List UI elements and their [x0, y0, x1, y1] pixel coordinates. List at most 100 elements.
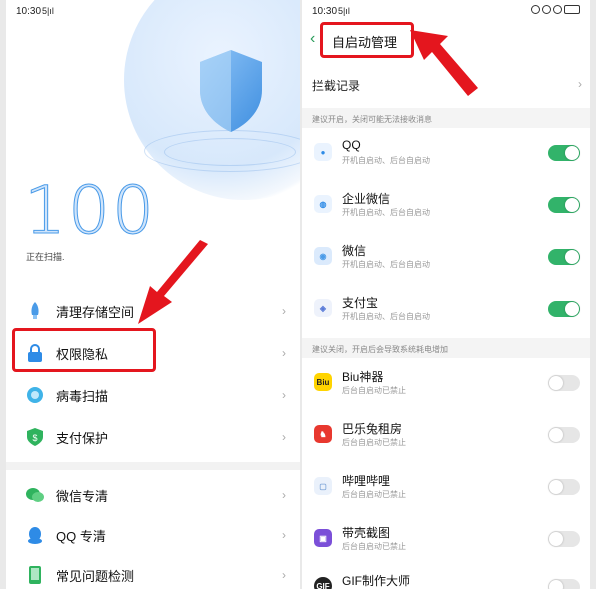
app-name: Biu神器 — [342, 370, 384, 384]
app-row-qq: ● QQ 开机自启动、后台自启动 — [302, 128, 590, 178]
rocket-icon — [26, 302, 44, 320]
status-icons — [531, 5, 580, 14]
app-name: QQ — [342, 138, 361, 152]
autostart-toggle[interactable] — [548, 249, 580, 265]
app-row-wecom: ◍ 企业微信 开机自启动、后台自启动 — [302, 180, 590, 230]
section-header-recommend-off: 建议关闭，开启后会导致系统耗电增加 — [302, 338, 590, 358]
app-row-wechat: ◉ 微信 开机自启动、后台自启动 — [302, 232, 590, 282]
app-row-shell-screenshot: ▣ 带壳截图 后台自启动已禁止 — [302, 514, 590, 564]
wechat-icon — [26, 486, 44, 504]
autostart-toggle[interactable] — [548, 375, 580, 391]
toggle-knob — [565, 302, 579, 316]
app-name: 带壳截图 — [342, 526, 391, 540]
toggle-knob — [549, 376, 563, 390]
virus-scan-icon — [26, 386, 44, 404]
status-bar: 10:30 5|ıl — [302, 0, 590, 20]
qq-icon — [26, 526, 44, 544]
section-header-text: 建议开启，关闭可能无法接收消息 — [312, 115, 432, 124]
menu-label: 常见问题检测 — [56, 568, 135, 584]
autostart-toggle[interactable] — [548, 145, 580, 161]
toggle-knob — [565, 198, 579, 212]
alarm-icon — [531, 5, 540, 14]
intercept-records-row[interactable]: 拦截记录 › — [302, 68, 590, 98]
menu-label: 清理存储空间 — [56, 304, 135, 320]
chevron-right-icon: › — [282, 528, 286, 542]
bilibili-icon: ▢ — [314, 477, 332, 495]
app-name: 哔哩哔哩 — [342, 474, 391, 488]
autostart-manager-screen: 10:30 5|ıl ‹ 自启动管理 拦截记录 › 建议开启，关闭可能无法接收消… — [302, 0, 590, 589]
chevron-right-icon: › — [282, 346, 286, 360]
autostart-toggle[interactable] — [548, 479, 580, 495]
menu-item-problem-check[interactable]: 常见问题检测 › — [6, 558, 300, 589]
toggle-knob — [549, 532, 563, 546]
app-status: 后台自启动已禁止 — [342, 438, 406, 447]
status-time: 10:30 — [312, 6, 338, 17]
menu-item-virus-scan[interactable]: 病毒扫描 › — [6, 378, 300, 412]
signal-icon: 5|ıl — [42, 6, 54, 16]
autostart-toggle[interactable] — [548, 197, 580, 213]
app-name: 支付宝 — [342, 296, 379, 310]
app-name: 微信 — [342, 244, 367, 258]
menu-label: 支付保护 — [56, 430, 109, 446]
biu-icon: Biu — [314, 373, 332, 391]
section-header-text: 建议关闭，开启后会导致系统耗电增加 — [312, 345, 448, 354]
app-status: 开机自启动、后台自启动 — [342, 260, 430, 269]
gif-maker-icon: GIF — [314, 577, 332, 589]
toggle-knob — [549, 580, 563, 589]
toggle-knob — [565, 250, 579, 264]
app-name: GIF制作大师 — [342, 574, 410, 588]
app-name: 巴乐兔租房 — [342, 422, 403, 436]
shield-dollar-icon: $ — [26, 428, 44, 446]
security-score: 100 — [24, 172, 156, 250]
wechat-icon: ◉ — [314, 247, 332, 265]
chevron-right-icon: › — [282, 488, 286, 502]
chevron-right-icon: › — [282, 304, 286, 318]
app-name: 企业微信 — [342, 192, 391, 206]
app-row-biu: Biu Biu神器 后台自启动已禁止 — [302, 358, 590, 408]
menu-item-payment-protection[interactable]: $ 支付保护 › — [6, 420, 300, 454]
menu-divider — [6, 462, 300, 470]
intercept-records-label: 拦截记录 — [312, 79, 361, 93]
app-row-alipay: ◈ 支付宝 开机自启动、后台自启动 — [302, 284, 590, 334]
autostart-toggle[interactable] — [548, 427, 580, 443]
shield-icon — [200, 50, 262, 132]
app-row-bilibili: ▢ 哔哩哔哩 后台自启动已禁止 — [302, 462, 590, 512]
chevron-right-icon: › — [578, 77, 582, 91]
menu-item-qq-clean[interactable]: QQ 专清 › — [6, 518, 300, 552]
back-arrow-icon[interactable]: ‹ — [310, 30, 315, 48]
highlight-box-title — [320, 22, 414, 58]
app-status: 开机自启动、后台自启动 — [342, 312, 430, 321]
svg-text:$: $ — [32, 433, 37, 443]
app-status: 开机自启动、后台自启动 — [342, 156, 430, 165]
baletu-icon: ♞ — [314, 425, 332, 443]
highlight-box-privacy — [12, 328, 156, 372]
chevron-right-icon: › — [282, 388, 286, 402]
alipay-icon: ◈ — [314, 299, 332, 317]
autostart-toggle[interactable] — [548, 531, 580, 547]
annotation-arrow-icon — [138, 240, 208, 324]
qq-icon: ● — [314, 143, 332, 161]
chevron-right-icon: › — [282, 568, 286, 582]
menu-label: 病毒扫描 — [56, 388, 109, 404]
app-status: 开机自启动、后台自启动 — [342, 208, 430, 217]
phone-manager-screen: 10:30 5|ıl 100 正在扫描. 清理存储空间 › 权限隐私 › 病毒扫… — [6, 0, 300, 589]
battery-icon — [564, 5, 580, 14]
phone-check-icon — [26, 566, 44, 584]
section-header-recommend-on: 建议开启，关闭可能无法接收消息 — [302, 108, 590, 128]
app-status: 后台自启动已禁止 — [342, 490, 406, 499]
toggle-knob — [549, 428, 563, 442]
wecom-icon: ◍ — [314, 195, 332, 213]
app-row-baletu: ♞ 巴乐兔租房 后台自启动已禁止 — [302, 410, 590, 460]
signal-icon: 5|ıl — [338, 6, 350, 16]
shell-screenshot-icon: ▣ — [314, 529, 332, 547]
autostart-toggle[interactable] — [548, 301, 580, 317]
vibrate-icon — [542, 5, 551, 14]
autostart-toggle[interactable] — [548, 579, 580, 589]
toggle-knob — [565, 146, 579, 160]
status-time: 10:30 — [16, 6, 42, 17]
scan-ring-inner — [164, 138, 296, 166]
menu-label: 微信专清 — [56, 488, 109, 504]
app-row-gif-maker: GIF GIF制作大师 — [302, 562, 590, 589]
app-status: 后台自启动已禁止 — [342, 542, 406, 551]
menu-item-wechat-clean[interactable]: 微信专清 › — [6, 478, 300, 512]
